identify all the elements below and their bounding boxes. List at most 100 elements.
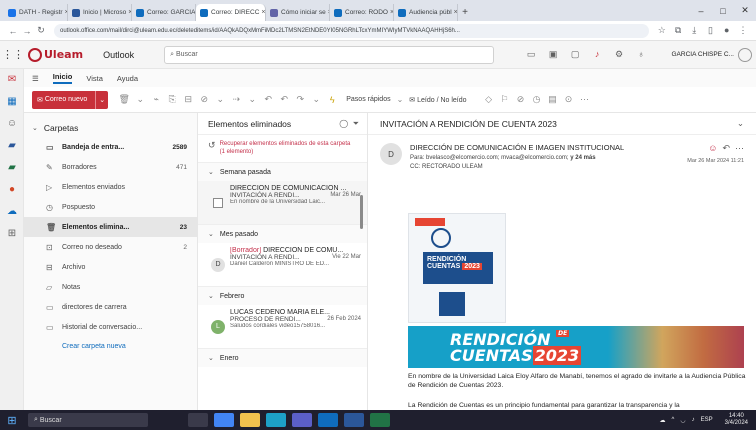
- edge-icon[interactable]: [266, 413, 286, 427]
- new-mail-button[interactable]: ✉ Correo nuevo ⌄: [32, 90, 109, 109]
- folder-archive[interactable]: ⊟ Archivo: [24, 257, 197, 277]
- checkbox[interactable]: [213, 197, 223, 208]
- task-view-icon[interactable]: [188, 413, 208, 427]
- folder-history[interactable]: ▭ Historial de conversacio...: [24, 317, 197, 337]
- folders-header[interactable]: ⌄ Carpetas: [24, 119, 197, 137]
- move-to-icon[interactable]: ⇢: [228, 94, 244, 105]
- recover-items-banner[interactable]: ↺ Recuperar elementos eliminados de esta…: [198, 135, 367, 163]
- chevron-down-icon[interactable]: ⌄: [132, 94, 148, 105]
- group-header[interactable]: ⌄ Enero: [198, 349, 367, 367]
- chevron-down-icon[interactable]: ⌄: [96, 96, 108, 104]
- emoji-icon[interactable]: ☺: [708, 143, 717, 153]
- immersive-icon[interactable]: ⊙: [561, 94, 577, 105]
- onedrive-icon[interactable]: ☁: [0, 201, 24, 223]
- user-account[interactable]: GARCIA CHISPE C...: [672, 47, 752, 62]
- bell-icon[interactable]: ♪: [586, 49, 608, 60]
- row-select[interactable]: L: [206, 309, 230, 344]
- more-icon[interactable]: ⋯: [577, 94, 593, 105]
- reload-icon[interactable]: ↻: [34, 25, 48, 36]
- app-launcher-icon[interactable]: ⋮⋮: [0, 48, 26, 61]
- network-icon[interactable]: ◡: [680, 417, 685, 424]
- word-taskbar-icon[interactable]: [344, 413, 364, 427]
- reply-all-icon[interactable]: ↶: [276, 94, 292, 105]
- minimize-icon[interactable]: –: [690, 6, 712, 16]
- browser-tab[interactable]: Correo: GARCIA×: [132, 4, 196, 21]
- quick-steps-button[interactable]: Pasos rápidos: [346, 96, 390, 103]
- archive-icon[interactable]: ⊟: [180, 94, 196, 105]
- browser-tab[interactable]: DATH - Registr×: [4, 4, 68, 21]
- language-indicator[interactable]: ESP: [701, 417, 713, 423]
- folder-drafts[interactable]: ✎ Borradores 471: [24, 157, 197, 177]
- select-icon[interactable]: ◯: [339, 119, 348, 128]
- chevron-down-icon[interactable]: ⌄: [244, 94, 260, 105]
- volume-icon[interactable]: ♪: [692, 417, 695, 423]
- chrome-icon[interactable]: [214, 413, 234, 427]
- gear-icon[interactable]: ⚙: [608, 49, 630, 60]
- pin-icon[interactable]: ⊘: [513, 94, 529, 105]
- group-header[interactable]: ⌄ Mes pasado: [198, 225, 367, 243]
- folder-snoozed[interactable]: ◷ Pospuesto: [24, 197, 197, 217]
- chevron-down-icon[interactable]: ⌄: [212, 94, 228, 105]
- download-icon[interactable]: ⤓: [687, 25, 701, 36]
- outlook-taskbar-icon[interactable]: [318, 413, 338, 427]
- apps-icon[interactable]: ⊞: [0, 223, 24, 245]
- store-icon[interactable]: [292, 413, 312, 427]
- group-header[interactable]: ⌄ Febrero: [198, 287, 367, 305]
- tag-icon[interactable]: ◇: [481, 94, 497, 105]
- excel-icon[interactable]: ▰: [0, 157, 24, 179]
- folder-junk[interactable]: ⊡ Correo no deseado 2: [24, 237, 197, 257]
- extensions-icon[interactable]: ⧉: [671, 25, 685, 36]
- folder-sent[interactable]: ▷ Elementos enviados: [24, 177, 197, 197]
- browser-tab[interactable]: Audiencia públ ×: [394, 4, 458, 21]
- sweep-icon[interactable]: ⌁: [148, 94, 164, 105]
- people-icon[interactable]: ☺: [0, 113, 24, 135]
- excel-taskbar-icon[interactable]: [370, 413, 390, 427]
- teams-icon[interactable]: ▣: [542, 49, 564, 60]
- browser-tab[interactable]: Inicio | Microso ×: [68, 4, 132, 21]
- url-field[interactable]: outlook.office.com/mail/dirci@uleam.edu.…: [54, 23, 649, 38]
- browser-tab-active[interactable]: Correo: DIRECC ×: [196, 4, 266, 21]
- list-item[interactable]: DIRECCIÓN DE COMUNICACIÓN ... INVITACIÓN…: [198, 181, 367, 225]
- more-icon[interactable]: ⋯: [735, 143, 744, 153]
- lightning-icon[interactable]: ϟ: [324, 95, 340, 105]
- lightbulb-icon[interactable]: ♁: [630, 49, 652, 60]
- browser-tab[interactable]: Cómo iniciar se×: [266, 4, 330, 21]
- row-select[interactable]: D: [206, 247, 230, 282]
- row-select[interactable]: [206, 185, 230, 220]
- tab-inicio[interactable]: Inicio: [52, 72, 73, 84]
- windows-start-icon[interactable]: ⊞: [0, 414, 24, 427]
- clock[interactable]: 14:40 3/4/2024: [719, 413, 748, 427]
- folder-notes[interactable]: ▱ Notas: [24, 277, 197, 297]
- mail-icon[interactable]: ✉: [0, 69, 24, 91]
- calendar-icon[interactable]: ▦: [0, 91, 24, 113]
- group-header[interactable]: ⌄ Semana pasada: [198, 163, 367, 181]
- close-icon[interactable]: ×: [452, 9, 457, 16]
- explorer-icon[interactable]: [240, 413, 260, 427]
- tab-ayuda[interactable]: Ayuda: [117, 74, 138, 83]
- meet-icon[interactable]: ▭: [520, 49, 542, 60]
- new-mail-main[interactable]: ✉ Correo nuevo: [32, 90, 97, 109]
- flag-icon[interactable]: ⚐: [497, 94, 513, 105]
- chevron-down-icon[interactable]: ⌄: [397, 95, 404, 104]
- new-tab-button[interactable]: +: [458, 4, 472, 21]
- forward-icon[interactable]: ↷: [292, 94, 308, 105]
- back-icon[interactable]: ←: [6, 26, 20, 36]
- forward-icon[interactable]: →: [20, 26, 34, 36]
- folder-directors[interactable]: ▭ directores de carrera: [24, 297, 197, 317]
- menu-icon[interactable]: ☰: [32, 74, 39, 83]
- list-item[interactable]: D [Borrador] DIRECCIÓN DE COMU... INVITA…: [198, 243, 367, 287]
- list-item[interactable]: L LUCAS CEDEÑO MARIA ELE... PROCESO DE R…: [198, 305, 367, 349]
- folder-inbox[interactable]: ▭ Bandeja de entra... 2589: [24, 137, 197, 157]
- scrollbar[interactable]: [360, 195, 363, 229]
- word-icon[interactable]: ▰: [0, 135, 24, 157]
- folder-deleted[interactable]: 🗑 Elementos elimina... 23: [24, 217, 197, 237]
- sender-name[interactable]: DIRECCIÓN DE COMUNICACIÓN E IMAGEN INSTI…: [410, 143, 664, 152]
- policy-icon[interactable]: ▤: [545, 94, 561, 105]
- chevron-down-icon[interactable]: ⌄: [737, 118, 744, 129]
- report-icon[interactable]: ⊘: [196, 94, 212, 105]
- powerpoint-icon[interactable]: ●: [0, 179, 24, 201]
- notes-icon[interactable]: ▢: [564, 49, 586, 60]
- snooze-icon[interactable]: ◷: [529, 94, 545, 105]
- search-input[interactable]: ⌕ Buscar: [164, 45, 495, 64]
- create-folder-link[interactable]: Crear carpeta nueva: [24, 337, 197, 357]
